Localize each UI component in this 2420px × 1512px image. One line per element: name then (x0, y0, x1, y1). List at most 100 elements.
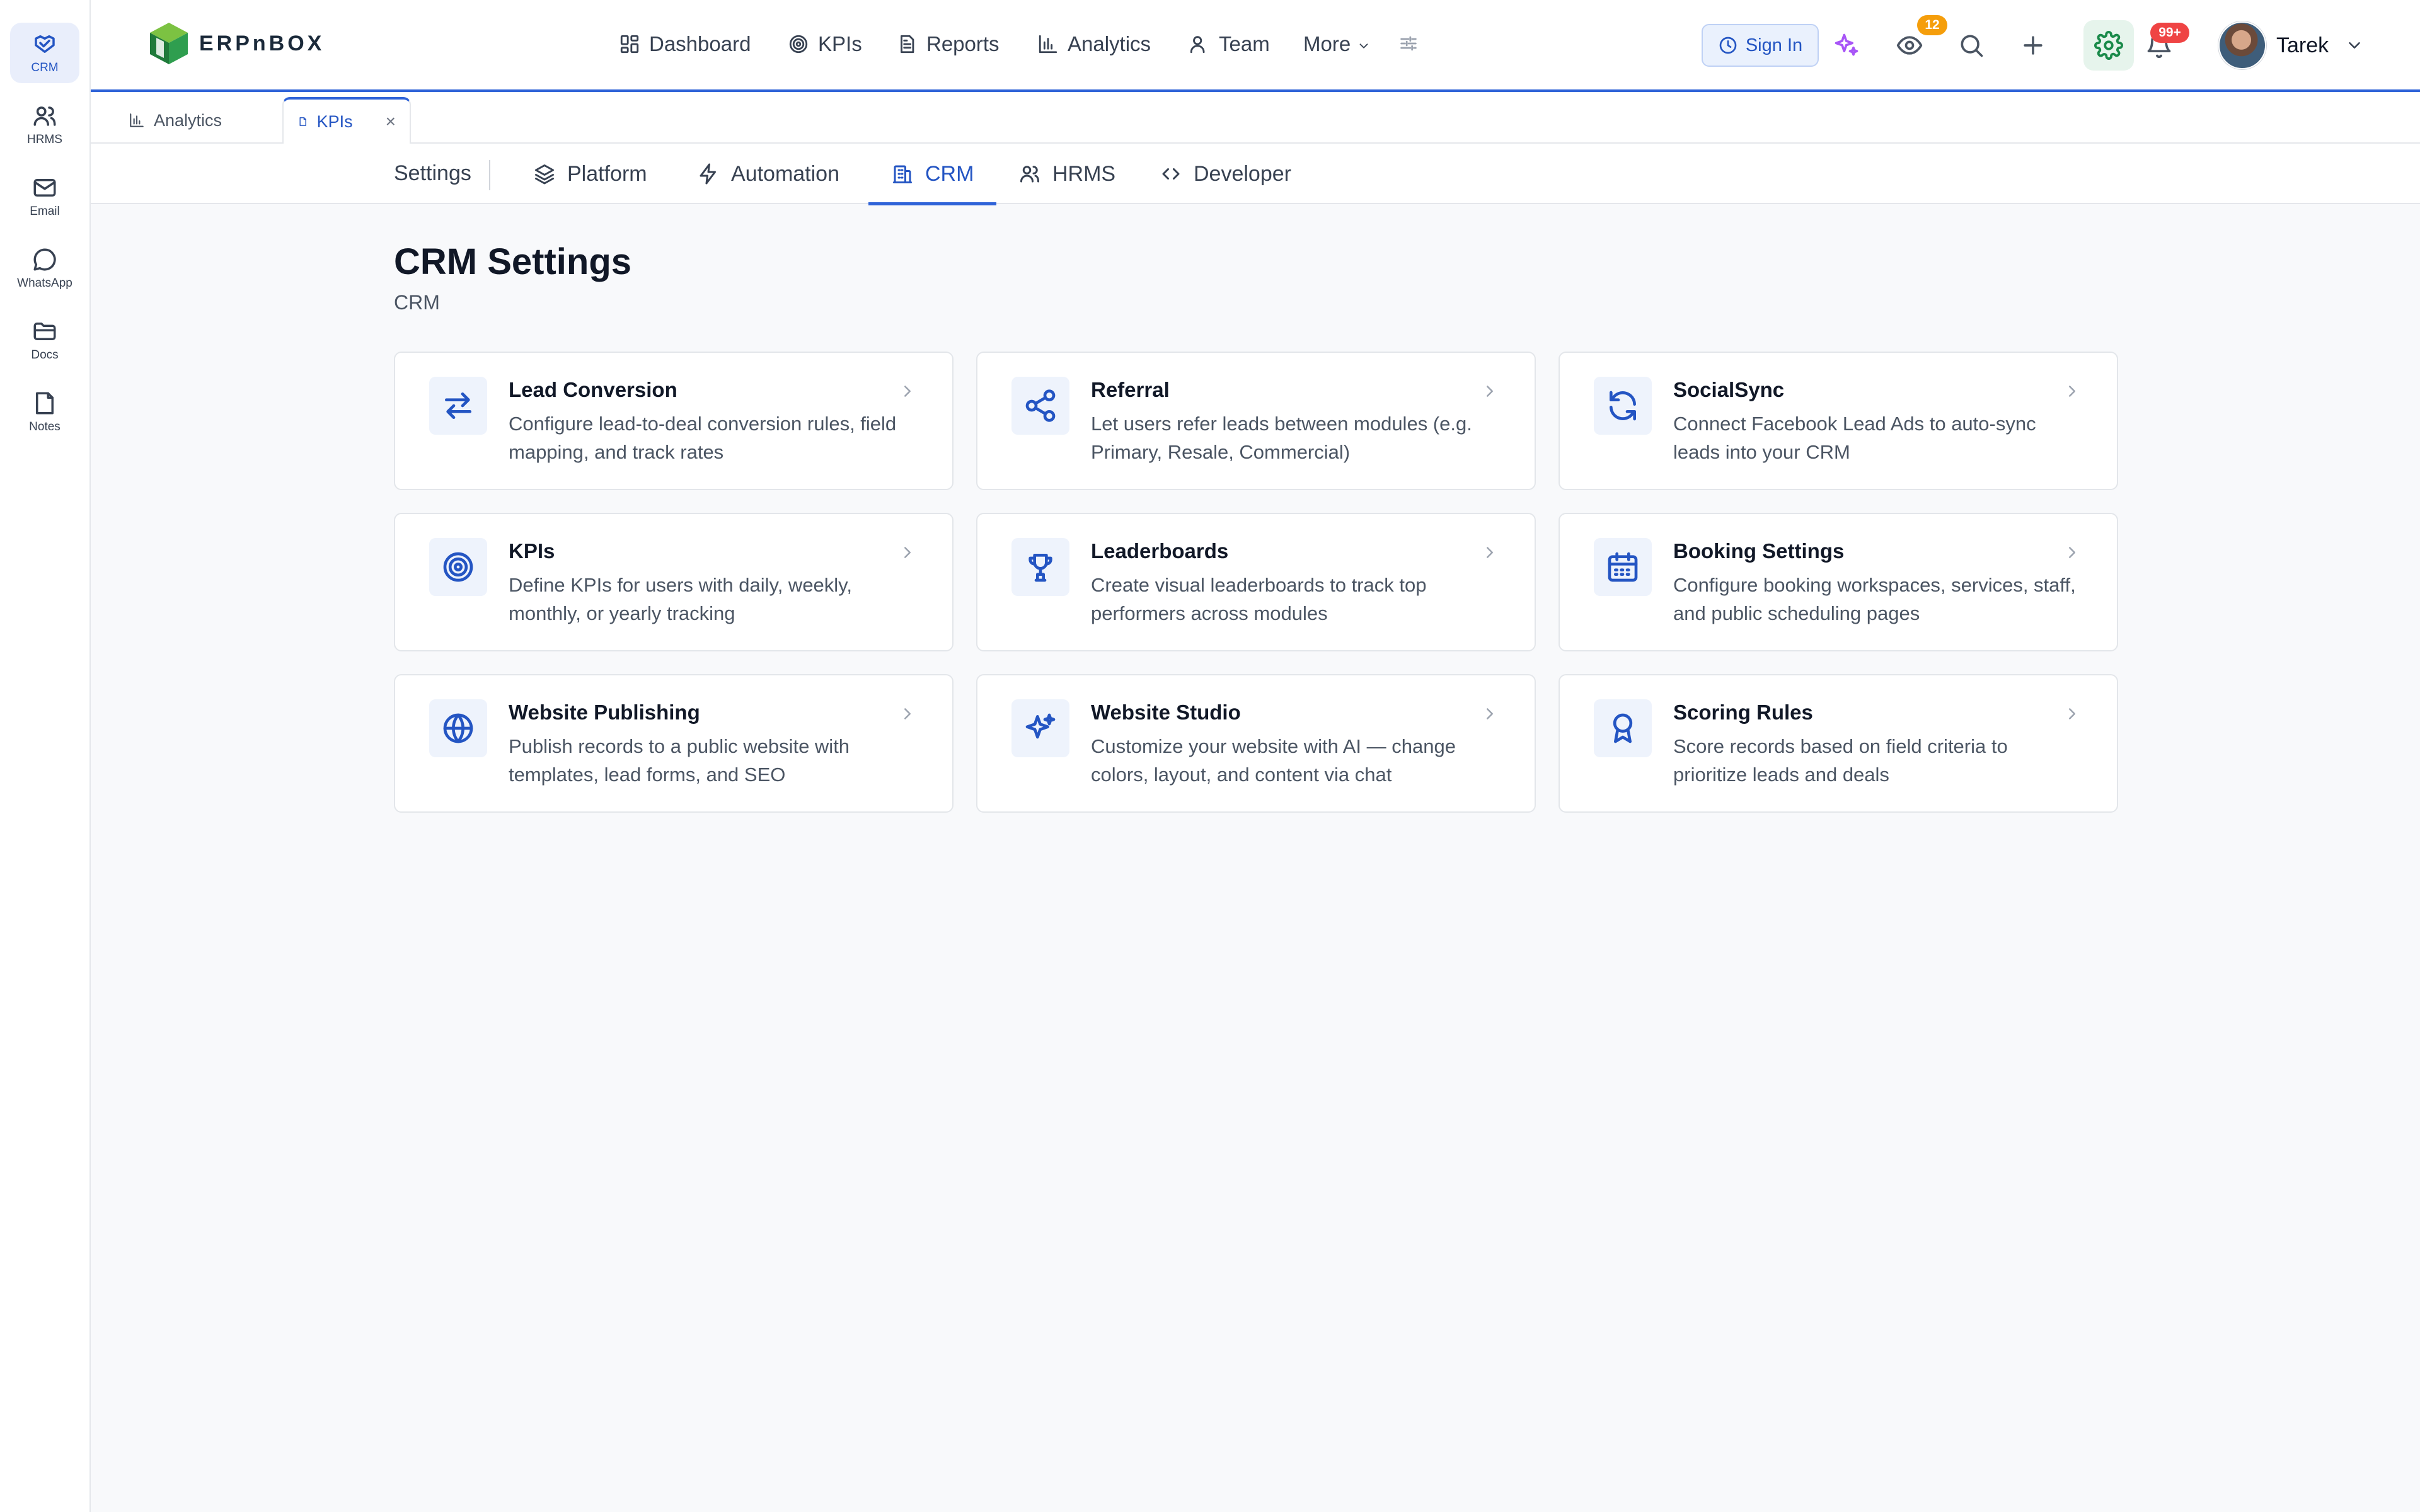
rail-label: CRM (31, 61, 59, 74)
target-icon (789, 35, 808, 54)
card-lead-conversion[interactable]: Lead Conversion Configure lead-to-deal c… (394, 352, 954, 490)
card-icon-box (1594, 377, 1652, 435)
card-kpis[interactable]: KPIs Define KPIs for users with daily, w… (394, 513, 954, 651)
eye-icon (1896, 36, 1923, 55)
sign-in-label: Sign In (1745, 35, 1803, 55)
rail-item-docs[interactable]: Docs (10, 310, 79, 370)
document-icon (901, 35, 914, 54)
rail-item-email[interactable]: Email (10, 166, 79, 227)
rail-label: WhatsApp (17, 277, 72, 290)
nav-team[interactable]: Team (1189, 28, 1270, 60)
card-leaderboards[interactable]: Leaderboards Create visual leaderboards … (976, 513, 1536, 651)
page-tab-analytics[interactable]: Analytics (110, 97, 241, 144)
ai-assistant-button[interactable] (1829, 28, 1864, 63)
nav-analytics[interactable]: Analytics (1037, 28, 1151, 60)
card-scoring-rules[interactable]: Scoring Rules Score records based on fie… (1559, 674, 2118, 813)
card-title: SocialSync (1673, 378, 1785, 401)
bolt-icon (700, 163, 716, 185)
page-tab-strip: Analytics KPIs × (91, 92, 2420, 144)
nav-label: Dashboard (649, 32, 751, 55)
tab-developer[interactable]: Developer (1160, 144, 1291, 204)
page-tab-kpis[interactable]: KPIs × (282, 97, 411, 144)
customize-nav-button[interactable] (1398, 33, 1419, 54)
award-icon (1613, 713, 1633, 743)
chat-bubble-icon (33, 248, 56, 271)
target-icon (443, 552, 473, 582)
card-socialsync[interactable]: SocialSync Connect Facebook Lead Ads to … (1559, 352, 2118, 490)
left-rail: CRM HRMS Email WhatsApp Docs Notes (0, 0, 91, 1512)
clock-icon (1719, 37, 1737, 54)
nav-label: Team (1219, 32, 1270, 55)
avatar (2218, 21, 2266, 69)
logo[interactable]: ERPnBOX (146, 20, 325, 67)
user-name: Tarek (2276, 33, 2329, 57)
erpnbox-logo-icon (150, 23, 188, 64)
note-icon (36, 392, 54, 415)
card-title: Referral (1091, 378, 1170, 401)
card-website-publishing[interactable]: Website Publishing Publish records to a … (394, 674, 954, 813)
settings-nav-label[interactable]: Settings (394, 161, 471, 186)
card-icon-box (429, 377, 487, 435)
rail-item-hrms[interactable]: HRMS (10, 94, 79, 155)
search-button[interactable] (1954, 28, 1989, 63)
card-title: Website Publishing (509, 701, 700, 724)
plus-icon (2024, 36, 2043, 55)
close-tab-icon[interactable]: × (386, 112, 396, 132)
card-icon-box (1594, 699, 1652, 757)
bar-chart-icon (130, 113, 144, 127)
user-menu[interactable]: Tarek (2218, 20, 2364, 71)
settings-button[interactable] (2083, 20, 2134, 71)
calendar-icon (1608, 552, 1638, 582)
tab-label: Developer (1194, 161, 1291, 186)
card-title: Lead Conversion (509, 378, 677, 401)
document-icon (299, 117, 306, 126)
users-icon (33, 106, 56, 126)
card-title: Booking Settings (1673, 539, 1845, 563)
card-description: Publish records to a public website with… (509, 735, 850, 786)
rail-item-crm[interactable]: CRM (10, 23, 79, 83)
tab-platform[interactable]: Platform (533, 144, 647, 204)
logo-text: ERPnBOX (199, 31, 325, 55)
card-referral[interactable]: Referral Let users refer leads between m… (976, 352, 1536, 490)
nav-label: KPIs (818, 32, 862, 55)
tab-crm[interactable]: CRM (868, 144, 997, 205)
sliders-icon (1400, 36, 1417, 51)
tab-hrms[interactable]: HRMS (1018, 144, 1115, 204)
rail-label: HRMS (27, 133, 62, 146)
card-icon-box (1011, 377, 1069, 435)
card-description: Create visual leaderboards to track top … (1091, 574, 1427, 624)
rail-item-whatsapp[interactable]: WhatsApp (10, 238, 79, 299)
page-tab-label: KPIs (316, 112, 353, 131)
code-icon (1162, 168, 1180, 180)
chevron-right-icon (2063, 382, 2082, 401)
nav-label: More (1303, 32, 1351, 55)
divider (489, 160, 490, 190)
chevron-right-icon (898, 543, 917, 562)
card-website-studio[interactable]: Website Studio Customize your website wi… (976, 674, 1536, 813)
sign-in-button[interactable]: Sign In (1702, 24, 1819, 67)
refresh-icon (1610, 391, 1636, 421)
nav-kpis[interactable]: KPIs (788, 28, 862, 60)
nav-reports[interactable]: Reports (896, 28, 1000, 60)
top-header: ERPnBOX Dashboard KPIs Reports Analytics… (91, 0, 2420, 92)
chevron-right-icon (1480, 382, 1499, 401)
nav-more[interactable]: More (1303, 28, 1371, 60)
rail-item-notes[interactable]: Notes (10, 382, 79, 442)
chevron-right-icon (898, 382, 917, 401)
gear-icon (2094, 31, 2123, 60)
card-booking-settings[interactable]: Booking Settings Configure booking works… (1559, 513, 2118, 651)
watchers-badge: 12 (1917, 15, 1947, 35)
card-title: Website Studio (1091, 701, 1241, 724)
share-icon (1025, 389, 1056, 422)
search-icon (1961, 35, 1983, 57)
card-description: Customize your website with AI — change … (1091, 735, 1456, 786)
handshake-icon (35, 35, 55, 53)
tab-automation[interactable]: Automation (697, 144, 839, 204)
chevron-down-icon (1359, 43, 1368, 49)
nav-dashboard[interactable]: Dashboard (619, 28, 751, 60)
tab-label: CRM (925, 161, 974, 186)
mail-icon (33, 179, 56, 197)
building-icon (893, 165, 912, 183)
folder-icon (33, 323, 56, 340)
add-button[interactable] (2015, 28, 2051, 63)
